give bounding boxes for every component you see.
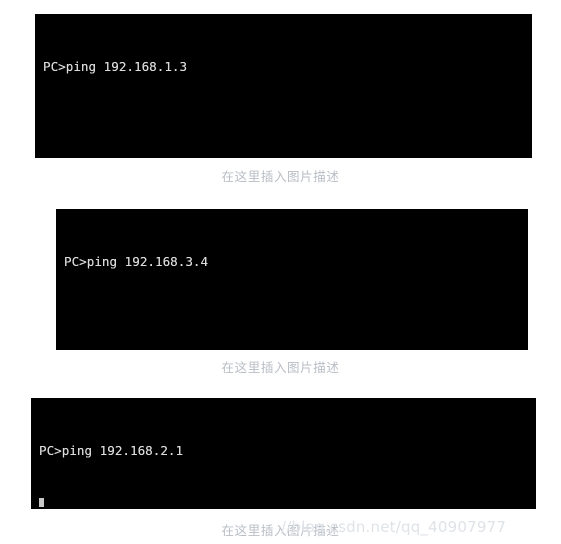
terminal-1-line-1	[43, 112, 532, 130]
terminal-2-line-1	[64, 307, 528, 325]
terminal-window-2[interactable]: PC>ping 192.168.3.4 Ping 192.168.3.4: 32…	[56, 209, 528, 350]
terminal-window-3[interactable]: PC>ping 192.168.2.1 Ping 192.168.2.1: 32…	[31, 398, 536, 509]
image-caption-1: 在这里插入图片描述	[221, 169, 340, 184]
terminal-3-line-1	[39, 496, 536, 509]
terminal-cursor	[39, 498, 44, 507]
terminal-1-line-0: PC>ping 192.168.1.3	[43, 59, 188, 74]
terminal-window-1[interactable]: PC>ping 192.168.1.3 Ping 192.168.1.3: 32…	[35, 14, 532, 158]
terminal-2-line-0: PC>ping 192.168.3.4	[64, 254, 209, 269]
terminal-3-line-0: PC>ping 192.168.2.1	[39, 443, 184, 458]
image-caption-2: 在这里插入图片描述	[221, 360, 340, 375]
page-root: PC>ping 192.168.1.3 Ping 192.168.1.3: 32…	[0, 0, 561, 544]
csdn-watermark: //blog.csdn.net/qq_40907977	[281, 518, 507, 536]
